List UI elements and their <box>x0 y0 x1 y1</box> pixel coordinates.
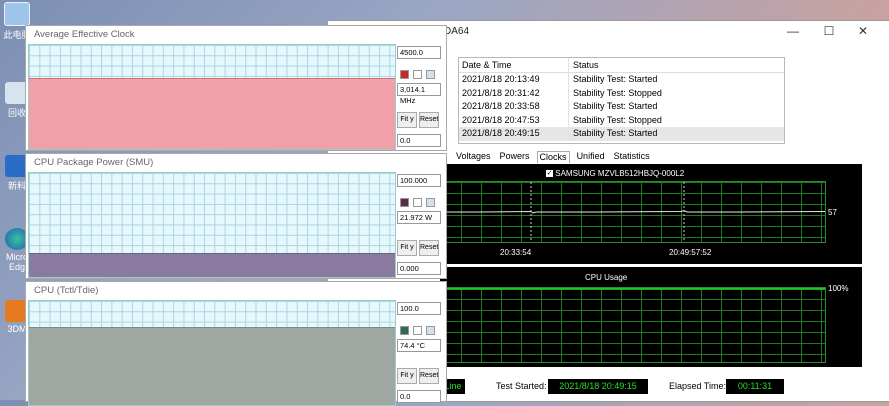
color-swatch-icon[interactable] <box>400 198 409 208</box>
checkbox-checked-icon: ✓ <box>546 170 553 178</box>
graph-fill <box>29 326 395 405</box>
graph-tabs: Voltages Powers Clocks Unified Statistic… <box>454 151 652 163</box>
test-started-label: Test Started: <box>496 381 547 391</box>
checkbox-icon[interactable] <box>426 326 435 336</box>
min-value-box[interactable]: 0.0 <box>397 390 441 404</box>
row-datetime: 2021/8/18 20:13:49 <box>459 73 569 87</box>
legend-label: SAMSUNG MZVLB512HBJQ-000L2 <box>555 169 685 178</box>
list-item[interactable]: 2021/8/18 20:47:53 Stability Test: Stoppe… <box>459 113 784 127</box>
row-status: Stability Test: Started <box>573 74 658 84</box>
time-label-left: 20:33:54 <box>500 248 532 257</box>
status-bar: Line Test Started: 2021/8/18 20:49:15 El… <box>441 377 889 401</box>
cpu-usage-graph-panel: CPU Usage 100% <box>440 267 862 367</box>
window-title: DA64 <box>444 26 470 37</box>
status-list[interactable]: Date & Time Status 2021/8/18 20:13:49 Sta… <box>458 57 785 144</box>
graph-window-title: CPU Package Power (SMU) <box>34 157 154 168</box>
row-datetime: 2021/8/18 20:47:53 <box>459 113 569 127</box>
reset-button[interactable]: Reset <box>419 112 439 129</box>
temp-value-label: 57 <box>828 208 837 217</box>
cpu-usage-title: CPU Usage <box>585 273 628 282</box>
tab-clocks[interactable]: Clocks <box>536 151 570 163</box>
graph-side-panel: 4500.0 3,014.1 MHz Fit y Reset 0.0 <box>397 46 441 148</box>
graph-plot-area <box>28 44 396 150</box>
reset-button[interactable]: Reset <box>419 240 439 257</box>
color-swatch-icon[interactable] <box>400 70 409 80</box>
desktop-icon-label: 新科 <box>7 181 26 191</box>
graph-fill <box>29 78 395 149</box>
close-icon[interactable]: ✕ <box>856 24 870 38</box>
legend-checkbox[interactable]: ✓ SAMSUNG MZVLB512HBJQ-000L2 <box>546 169 684 178</box>
row-status: Stability Test: Stopped <box>573 114 662 125</box>
current-value-box: 3,014.1 MHz <box>397 83 441 105</box>
tab-powers[interactable]: Powers <box>498 151 532 163</box>
elapsed-time-label: Elapsed Time: <box>669 381 727 391</box>
reset-button[interactable]: Reset <box>419 368 439 385</box>
max-value-box[interactable]: 4500.0 <box>397 46 441 59</box>
min-value-box[interactable]: 0.000 <box>397 262 441 276</box>
desktop-icon-label: 3DM <box>7 324 27 334</box>
time-label-right: 20:49:57:52 <box>669 248 712 257</box>
fit-y-button[interactable]: Fit y <box>397 112 417 129</box>
graph-side-panel: 100.0 74.4 °C Fit y Reset 0.0 <box>397 302 441 404</box>
graph-window-avg-clock[interactable]: Average Effective Clock 4500.0 3,014.1 M… <box>25 25 447 151</box>
tab-statistics[interactable]: Statistics <box>612 151 652 163</box>
cpu-usage-value-label: 100% <box>828 284 849 293</box>
min-value-box[interactable]: 0.0 <box>397 134 441 148</box>
series-checkboxes <box>400 69 441 80</box>
desktop-icon-label: 回收 <box>7 108 26 118</box>
row-datetime: 2021/8/18 20:33:58 <box>459 100 569 114</box>
graph-plot-area <box>28 300 396 406</box>
fit-y-button[interactable]: Fit y <box>397 368 417 385</box>
checkbox-icon[interactable] <box>413 326 422 336</box>
maximize-icon[interactable]: ☐ <box>822 24 836 38</box>
fit-y-button[interactable]: Fit y <box>397 240 417 257</box>
checkbox-icon[interactable] <box>426 70 435 80</box>
minimize-icon[interactable]: — <box>786 24 800 38</box>
elapsed-time-value: 00:11:31 <box>726 379 784 394</box>
cpu-usage-grid <box>440 287 826 363</box>
max-value-box[interactable]: 100.0 <box>397 302 441 315</box>
tab-unified[interactable]: Unified <box>575 151 607 163</box>
list-item[interactable]: 2021/8/18 20:13:49 Stability Test: Starte… <box>459 73 784 87</box>
series-checkboxes <box>400 325 441 336</box>
row-status: Stability Test: Started <box>573 101 658 111</box>
row-status: Stability Test: Stopped <box>573 87 662 98</box>
series-checkboxes <box>400 197 441 208</box>
column-header-status[interactable]: Status <box>569 58 599 72</box>
temperature-trace <box>441 182 825 242</box>
test-started-value: 2021/8/18 20:49:15 <box>548 379 648 394</box>
graph-fill <box>29 253 395 277</box>
cpu-usage-trace <box>441 288 825 290</box>
checkbox-icon[interactable] <box>413 198 422 208</box>
checkbox-icon[interactable] <box>413 70 422 80</box>
color-swatch-icon[interactable] <box>400 326 409 336</box>
graph-plot-area <box>28 172 396 278</box>
row-datetime: 2021/8/18 20:49:15 <box>459 127 569 141</box>
current-value-box: 21.972 W <box>397 211 441 225</box>
monitor-icon <box>4 2 30 26</box>
graph-window-title: Average Effective Clock <box>34 29 135 40</box>
row-status: Stability Test: Started <box>573 128 658 138</box>
row-datetime: 2021/8/18 20:31:42 <box>459 86 569 100</box>
max-value-box[interactable]: 100.000 <box>397 174 441 187</box>
graph-window-package-power[interactable]: CPU Package Power (SMU) 100.000 21.972 W… <box>25 153 447 279</box>
temperature-graph-panel: ✓ SAMSUNG MZVLB512HBJQ-000L2 57 20:33:54… <box>440 164 862 264</box>
column-header-datetime[interactable]: Date & Time <box>459 58 569 72</box>
checkbox-icon[interactable] <box>426 198 435 208</box>
list-item-selected[interactable]: 2021/8/18 20:49:15 Stability Test: Starte… <box>459 127 784 141</box>
current-value-box: 74.4 °C <box>397 339 441 353</box>
graph-window-title: CPU (Tctl/Tdie) <box>34 285 99 296</box>
temperature-graph-grid <box>440 181 826 243</box>
graph-side-panel: 100.000 21.972 W Fit y Reset 0.000 <box>397 174 441 276</box>
status-list-header: Date & Time Status <box>459 58 784 73</box>
list-item[interactable]: 2021/8/18 20:31:42 Stability Test: Stoppe… <box>459 86 784 100</box>
graph-window-cpu-temp[interactable]: CPU (Tctl/Tdie) 100.0 74.4 °C Fit y Reset… <box>25 281 447 406</box>
list-item[interactable]: 2021/8/18 20:33:58 Stability Test: Starte… <box>459 100 784 114</box>
tab-voltages[interactable]: Voltages <box>454 151 493 163</box>
